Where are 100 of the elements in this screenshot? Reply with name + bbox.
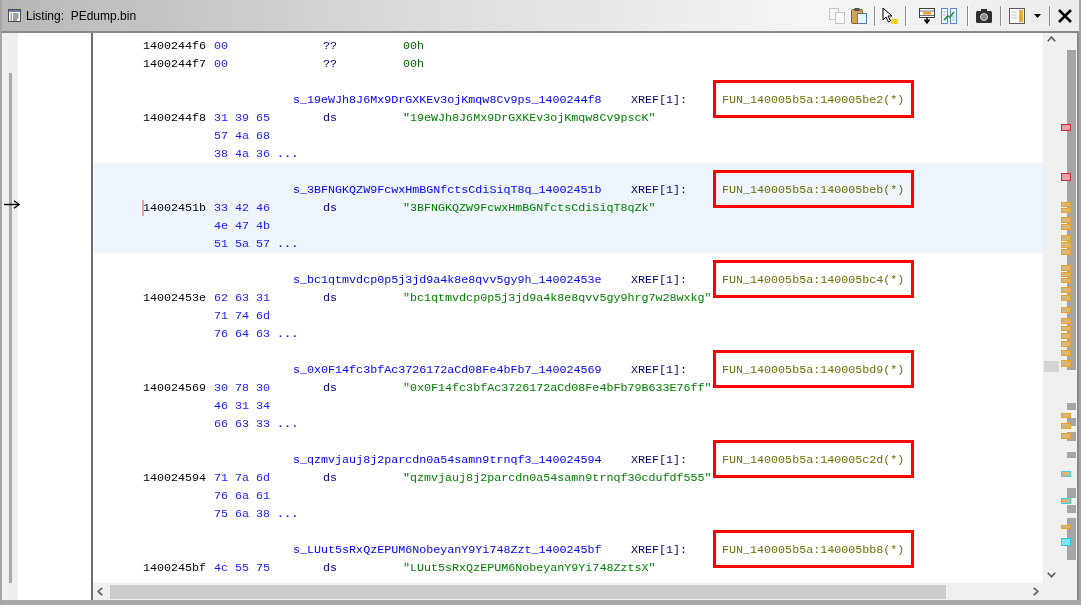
overview-marker-icon[interactable] <box>1061 326 1071 331</box>
overview-marker-icon[interactable] <box>1061 433 1071 439</box>
byte-values: 57 4a 68 <box>214 128 271 145</box>
overview-marker-icon[interactable] <box>1061 249 1071 255</box>
mnemonic: ds <box>323 380 338 397</box>
overview-marker-icon[interactable] <box>1061 173 1071 181</box>
table-arrow-icon[interactable] <box>919 7 935 24</box>
operand: 00h <box>403 38 425 55</box>
byte-values: 76 6a 61 <box>214 488 271 505</box>
overview-bar-segment <box>1067 505 1076 513</box>
string-label[interactable]: s_qzmvjauj8j2parcdn0a54samn9trnqf3_140024594 <box>293 451 602 469</box>
paste-icon[interactable] <box>851 7 867 24</box>
overview-marker-icon[interactable] <box>1061 307 1071 313</box>
xref-label: XREF[1]: <box>631 182 688 199</box>
more-bytes-indicator: ... <box>277 326 299 343</box>
byte-values: 75 6a 38 <box>214 506 271 523</box>
selection-highlight[interactable]: s_3BFNGKQZW9FcwxHmBGNfctsCdiSiqT8q_14002451b XREF[1]: FUN_140005b5a:140005beb(*) 14002451b 33 42 46 ds "3BFNGKQZW9FcwxHmBGNfctsCdiSiqT8qZk" 4e 47 4b 51 5a 57 ... <box>93 163 1043 253</box>
overview-bar-segment <box>1067 452 1076 458</box>
string-value: "LUut5sRxQzEPUM6NobeyanY9Yi748ZztsX" <box>403 560 656 577</box>
overview-marker-icon[interactable] <box>1061 272 1071 277</box>
overview-marker-icon[interactable] <box>1061 217 1071 223</box>
byte-values: 38 4a 36 <box>214 146 271 163</box>
overview-marker-icon[interactable] <box>1061 423 1071 429</box>
address: 14002451b <box>143 199 207 217</box>
address: 140024569 <box>143 380 207 397</box>
overview-marker-icon[interactable] <box>1061 341 1071 347</box>
address: 140024594 <box>143 470 207 487</box>
overview-marker-icon[interactable] <box>1061 525 1071 529</box>
compare-icon[interactable] <box>941 7 957 24</box>
overview-marker-icon[interactable] <box>1061 360 1071 367</box>
xref-label: XREF[1]: <box>631 542 688 559</box>
overview-marker-icon[interactable] <box>1061 318 1071 324</box>
select-cursor-icon[interactable] <box>882 7 898 24</box>
string-value: "bc1qtmvdcp0p5j3jd9a4k8e8qvv5gy9hrg7w28wxkg" <box>403 290 712 307</box>
overview-marker-icon[interactable] <box>1061 498 1071 504</box>
column-layout-icon[interactable] <box>1009 7 1025 24</box>
overview-marker-icon[interactable] <box>1061 224 1071 230</box>
xref-link[interactable]: FUN_140005b5a:140005bd9(*) <box>722 363 905 377</box>
caret-icon[interactable] <box>1034 13 1041 18</box>
byte-values: 66 63 33 <box>214 416 271 433</box>
xref-label: XREF[1]: <box>631 362 688 379</box>
string-value: "3BFNGKQZW9FcwxHmBGNfctsCdiSiqT8qZk" <box>403 200 656 217</box>
overview-marker-icon[interactable] <box>1061 235 1071 241</box>
more-bytes-indicator: ... <box>277 416 299 433</box>
mnemonic: ds <box>323 560 338 577</box>
overview-marker-icon[interactable] <box>1061 202 1071 207</box>
string-value: "19eWJh8J6Mx9DrGXKEv3ojKmqw8Cv9pscK" <box>403 110 656 127</box>
xref-link[interactable]: FUN_140005b5a:140005c2d(*) <box>722 453 905 467</box>
xref-link[interactable]: FUN_140005b5a:140005bb8(*) <box>722 543 905 557</box>
string-value: "qzmvjauj8j2parcdn0a54samn9trnqf30cdufdf555" <box>403 470 712 487</box>
xref-link[interactable]: FUN_140005b5a:140005beb(*) <box>722 183 905 197</box>
mnemonic: ds <box>323 290 338 307</box>
scroll-down-icon[interactable] <box>1047 572 1056 578</box>
byte-values: 76 64 63 <box>214 326 271 343</box>
overview-marker-icon[interactable] <box>1061 350 1071 356</box>
byte-values: 4e 47 4b <box>214 218 271 235</box>
copy-icon[interactable] <box>829 7 845 24</box>
overview-ruler[interactable] <box>1060 33 1079 600</box>
overview-marker-icon[interactable] <box>1061 287 1071 293</box>
overview-marker-icon[interactable] <box>1061 242 1071 248</box>
overview-marker-icon[interactable] <box>1061 278 1071 283</box>
string-label[interactable]: s_0x0F14fc3bfAc3726172aCd08Fe4bFb7_140024569 <box>293 361 602 379</box>
more-bytes-indicator: ... <box>277 146 299 163</box>
overview-marker-icon[interactable] <box>1061 265 1071 271</box>
xref-label: XREF[1]: <box>631 452 688 469</box>
byte-values: 51 5a 57 <box>214 236 271 253</box>
listing-icon <box>8 9 21 22</box>
byte-values: 62 63 31 <box>214 290 271 307</box>
xref-link[interactable]: FUN_140005b5a:140005bc4(*) <box>722 273 905 287</box>
window-title: Listing: PEdump.bin <box>26 8 137 23</box>
mnemonic: ds <box>323 110 338 127</box>
byte-values: 4c 55 75 <box>214 560 271 577</box>
scroll-right-icon[interactable] <box>1033 587 1039 596</box>
overview-marker-icon[interactable] <box>1061 471 1071 477</box>
scrollbar-thumb[interactable] <box>1044 361 1059 372</box>
address: 1400244f6 <box>143 38 207 55</box>
camera-icon[interactable] <box>976 7 992 24</box>
overview-marker-icon[interactable] <box>1061 333 1071 339</box>
overview-marker-icon[interactable] <box>1061 124 1071 131</box>
close-icon[interactable] <box>1057 7 1073 24</box>
scroll-left-icon[interactable] <box>97 587 103 596</box>
overview-marker-icon[interactable] <box>1061 538 1071 546</box>
mnemonic: ?? <box>323 38 338 55</box>
overview-marker-icon[interactable] <box>1061 208 1071 213</box>
overview-marker-icon[interactable] <box>1061 295 1071 301</box>
string-label[interactable]: s_19eWJh8J6Mx9DrGXKEv3ojKmqw8Cv9ps_1400244f8 <box>293 91 602 109</box>
overview-bar-segment <box>1067 488 1076 498</box>
scrollbar-thumb[interactable] <box>110 584 946 599</box>
xref-link[interactable]: FUN_140005b5a:140005be2(*) <box>722 93 905 107</box>
string-label[interactable]: s_LUut5sRxQzEPUM6NobeyanY9Yi748Zzt_1400245bf <box>293 541 602 559</box>
scroll-up-icon[interactable] <box>1047 36 1056 42</box>
xref-label: XREF[1]: <box>631 92 688 109</box>
byte-values: 00 <box>214 38 229 55</box>
horizontal-scrollbar[interactable] <box>93 583 1043 600</box>
more-bytes-indicator: ... <box>277 236 299 253</box>
string-label[interactable]: s_3BFNGKQZW9FcwxHmBGNfctsCdiSiqT8q_14002451b <box>293 181 602 199</box>
string-label[interactable]: s_bc1qtmvdcp0p5j3jd9a4k8e8qvv5gy9h_14002453e <box>293 271 602 289</box>
byte-values: 33 42 46 <box>214 200 271 217</box>
overview-marker-icon[interactable] <box>1061 413 1071 418</box>
byte-values: 71 7a 6d <box>214 470 271 487</box>
